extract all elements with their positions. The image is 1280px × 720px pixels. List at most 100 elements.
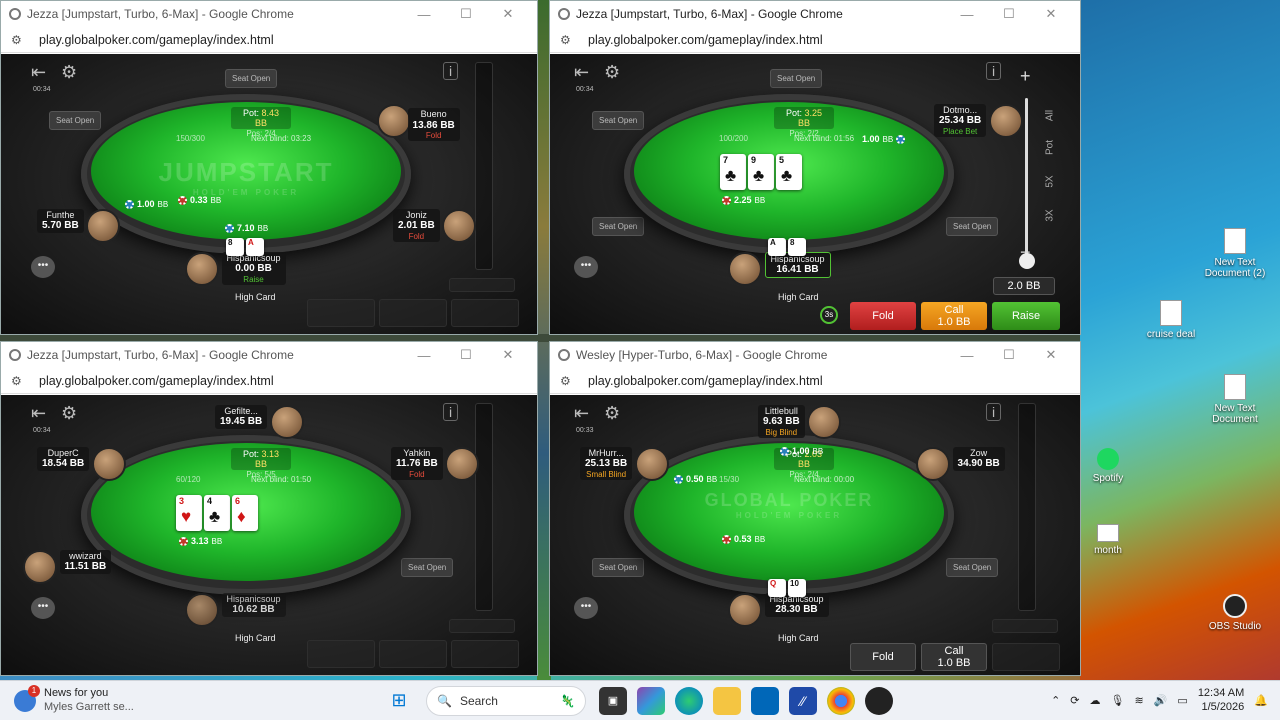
info-icon[interactable]: i bbox=[986, 62, 1002, 80]
poker-app-icon[interactable] bbox=[865, 686, 893, 715]
player-seat[interactable]: Gefilte... 19.45 BB bbox=[215, 405, 304, 441]
player-seat[interactable]: Joniz 2.01 BB Fold bbox=[393, 209, 477, 243]
maximize-icon[interactable]: ☐ bbox=[445, 347, 487, 363]
player-seat[interactable]: Bueno 13.86 BB Fold bbox=[377, 104, 460, 142]
window-titlebar[interactable]: Jezza [Jumpstart, Turbo, 6-Max] - Google… bbox=[1, 1, 537, 27]
notifications-icon[interactable]: 🔔 bbox=[1254, 694, 1268, 707]
window-titlebar[interactable]: Jezza [Jumpstart, Turbo, 6-Max] - Google… bbox=[1, 342, 537, 368]
news-widget[interactable]: 1 News for you Myles Garrett se... bbox=[0, 684, 380, 713]
call-button[interactable]: Call 1.0 BB bbox=[921, 643, 987, 671]
poker-window-2[interactable]: Jezza [Jumpstart, Turbo, 6-Max] - Google… bbox=[549, 0, 1081, 335]
minimize-icon[interactable]: — bbox=[946, 348, 988, 363]
wifi-icon[interactable]: ≋ bbox=[1134, 694, 1143, 707]
start-button[interactable]: ⊞ bbox=[385, 687, 413, 715]
app-icon[interactable]: ⁄⁄ bbox=[789, 686, 817, 715]
leave-table-icon[interactable]: ⇤ bbox=[574, 403, 589, 424]
desktop-icon-obs-studio[interactable]: OBS Studio bbox=[1195, 594, 1275, 632]
close-icon[interactable]: ✕ bbox=[487, 347, 529, 363]
leave-table-icon[interactable]: ⇤ bbox=[574, 62, 589, 83]
microsoft-store-icon[interactable] bbox=[751, 686, 779, 715]
sync-icon[interactable]: ⟳ bbox=[1070, 694, 1079, 707]
cloud-icon[interactable]: ☁ bbox=[1090, 694, 1101, 707]
site-settings-icon[interactable]: ⚙ bbox=[11, 33, 25, 47]
preset-3x-button[interactable]: 3X bbox=[1045, 204, 1056, 228]
poker-window-1[interactable]: Jezza [Jumpstart, Turbo, 6-Max] - Google… bbox=[0, 0, 538, 335]
preset-5x-button[interactable]: 5X bbox=[1045, 170, 1056, 194]
player-seat[interactable]: MrHurr... 25.13 BB Small Blind bbox=[580, 447, 669, 483]
chat-icon[interactable]: ••• bbox=[31, 597, 55, 619]
preset-pot-button[interactable]: Pot bbox=[1045, 136, 1056, 160]
close-icon[interactable]: ✕ bbox=[1030, 6, 1072, 22]
info-icon[interactable]: i bbox=[986, 403, 1002, 421]
address-bar[interactable]: ⚙ play.globalpoker.com/gameplay/index.ht… bbox=[550, 27, 1080, 53]
seat-open-button[interactable]: Seat Open bbox=[49, 111, 102, 130]
desktop-icon-text-document[interactable]: New Text Document (2) bbox=[1195, 228, 1275, 279]
clock[interactable]: 12:34 AM 1/5/2026 bbox=[1198, 687, 1244, 715]
microphone-icon[interactable]: 🎙 bbox=[1111, 694, 1125, 707]
fold-button[interactable]: Fold bbox=[850, 302, 916, 330]
desktop-icon-cruise-deal[interactable]: cruise deal bbox=[1131, 300, 1211, 340]
battery-icon[interactable]: ▭ bbox=[1177, 694, 1187, 707]
settings-gear-icon[interactable]: ⚙ bbox=[604, 62, 620, 83]
desktop-icon-text-document[interactable]: New Text Document bbox=[1195, 374, 1275, 425]
maximize-icon[interactable]: ☐ bbox=[988, 6, 1030, 22]
info-icon[interactable]: i bbox=[443, 62, 459, 80]
minimize-icon[interactable]: — bbox=[946, 7, 988, 22]
desktop-icon-month[interactable]: month bbox=[1068, 524, 1148, 556]
chat-icon[interactable]: ••• bbox=[574, 256, 598, 278]
increase-bet-button[interactable]: + bbox=[1020, 66, 1031, 87]
hero-seat[interactable]: Hispanicsoup 28.30 BB bbox=[728, 593, 829, 627]
address-bar[interactable]: ⚙ play.globalpoker.com/gameplay/index.ht… bbox=[1, 368, 537, 394]
poker-window-3[interactable]: Jezza [Jumpstart, Turbo, 6-Max] - Google… bbox=[0, 341, 538, 676]
edge-browser-icon[interactable] bbox=[675, 686, 703, 715]
close-icon[interactable]: ✕ bbox=[1030, 347, 1072, 363]
hero-seat[interactable]: Hispanicsoup 0.00 BB Raise bbox=[185, 252, 286, 286]
copilot-icon[interactable] bbox=[637, 686, 665, 715]
seat-open-button[interactable]: Seat Open bbox=[401, 558, 454, 577]
call-button[interactable]: Call 1.0 BB bbox=[921, 302, 987, 330]
seat-open-button[interactable]: Seat Open bbox=[946, 217, 999, 236]
hero-seat[interactable]: Hispanicsoup 10.62 BB bbox=[185, 593, 286, 627]
player-seat[interactable]: Zow 34.90 BB bbox=[916, 447, 1005, 481]
address-bar[interactable]: ⚙ play.globalpoker.com/gameplay/index.ht… bbox=[1, 27, 537, 53]
maximize-icon[interactable]: ☐ bbox=[988, 347, 1030, 363]
bet-amount-input[interactable]: 2.0 BB bbox=[993, 277, 1055, 295]
chat-icon[interactable]: ••• bbox=[31, 256, 55, 278]
window-titlebar[interactable]: Wesley [Hyper-Turbo, 6-Max] - Google Chr… bbox=[550, 342, 1080, 368]
volume-icon[interactable]: 🔊 bbox=[1154, 694, 1168, 707]
address-bar[interactable]: ⚙ play.globalpoker.com/gameplay/index.ht… bbox=[550, 368, 1080, 394]
chevron-up-icon[interactable]: ⌃ bbox=[1051, 694, 1060, 707]
minimize-icon[interactable]: — bbox=[403, 348, 445, 363]
seat-open-button[interactable]: Seat Open bbox=[770, 69, 823, 88]
minimize-icon[interactable]: — bbox=[403, 7, 445, 22]
leave-table-icon[interactable]: ⇤ bbox=[31, 62, 46, 83]
desktop-icon-spotify[interactable]: Spotify bbox=[1068, 448, 1148, 484]
site-settings-icon[interactable]: ⚙ bbox=[11, 374, 25, 388]
chrome-icon[interactable] bbox=[827, 686, 855, 715]
player-seat[interactable]: Yahkin 11.76 BB Fold bbox=[391, 447, 480, 483]
settings-gear-icon[interactable]: ⚙ bbox=[61, 62, 77, 83]
leave-table-icon[interactable]: ⇤ bbox=[31, 403, 46, 424]
site-settings-icon[interactable]: ⚙ bbox=[560, 374, 574, 388]
settings-gear-icon[interactable]: ⚙ bbox=[604, 403, 620, 424]
raise-button[interactable]: Raise bbox=[992, 302, 1060, 330]
fold-button[interactable]: Fold bbox=[850, 643, 916, 671]
window-titlebar[interactable]: Jezza [Jumpstart, Turbo, 6-Max] - Google… bbox=[550, 1, 1080, 27]
close-icon[interactable]: ✕ bbox=[487, 6, 529, 22]
maximize-icon[interactable]: ☐ bbox=[445, 6, 487, 22]
chat-icon[interactable]: ••• bbox=[574, 597, 598, 619]
info-icon[interactable]: i bbox=[443, 403, 459, 421]
settings-gear-icon[interactable]: ⚙ bbox=[61, 403, 77, 424]
seat-open-button[interactable]: Seat Open bbox=[946, 558, 999, 577]
preset-allin-button[interactable]: All bbox=[1045, 104, 1056, 128]
file-explorer-icon[interactable] bbox=[713, 686, 741, 715]
seat-open-button[interactable]: Seat Open bbox=[592, 558, 645, 577]
poker-window-4[interactable]: Wesley [Hyper-Turbo, 6-Max] - Google Chr… bbox=[549, 341, 1081, 676]
player-seat[interactable]: Littlebull 9.63 BB Big Blind bbox=[758, 405, 842, 441]
player-seat[interactable]: Funthe 5.70 BB bbox=[37, 209, 121, 243]
hero-seat[interactable]: Hispanicsoup 16.41 BB bbox=[728, 252, 831, 286]
decrease-bet-button[interactable]: − bbox=[1020, 242, 1031, 263]
seat-open-button[interactable]: Seat Open bbox=[592, 111, 645, 130]
site-settings-icon[interactable]: ⚙ bbox=[560, 33, 574, 47]
seat-open-button[interactable]: Seat Open bbox=[592, 217, 645, 236]
